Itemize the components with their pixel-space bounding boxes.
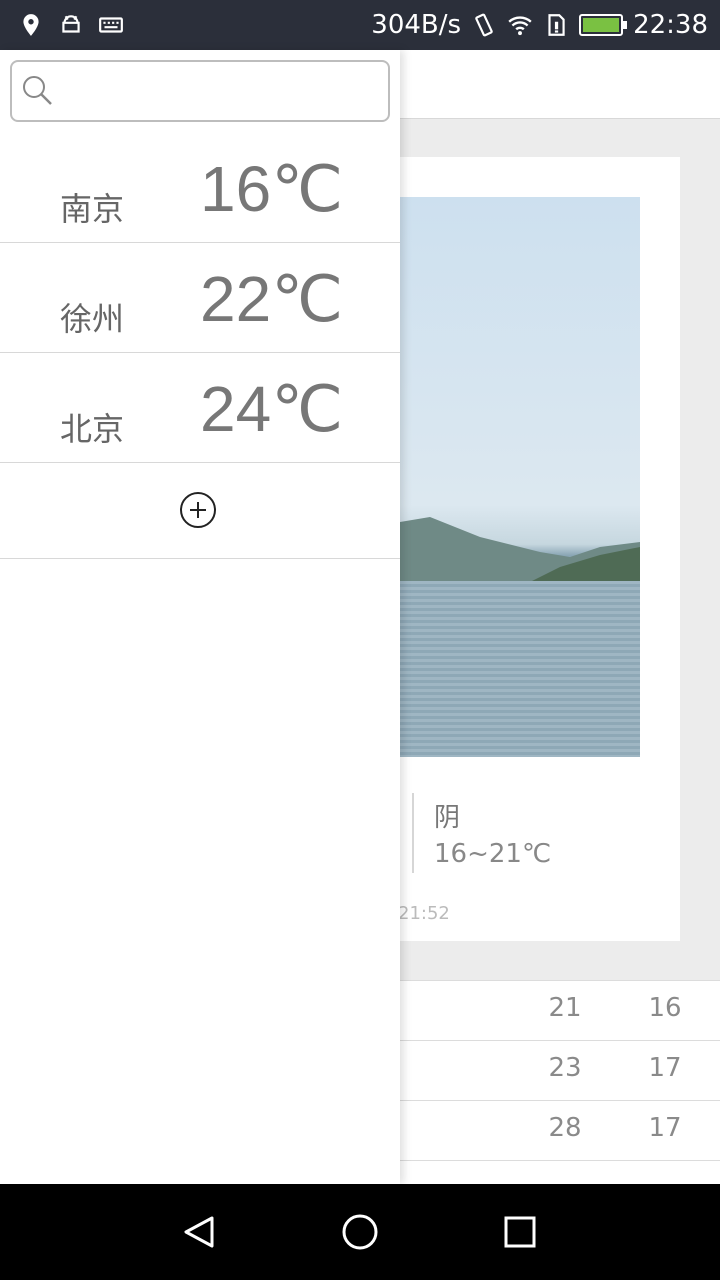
card-divider xyxy=(412,793,414,873)
city-name: 北京 xyxy=(60,410,125,448)
update-time: 21:52 xyxy=(398,903,450,924)
forecast-low: 16 xyxy=(648,993,682,1023)
status-bar: 304B/s 22:38 xyxy=(0,0,720,50)
add-city-row xyxy=(0,462,400,559)
wifi-icon xyxy=(508,16,532,36)
plus-circle-icon[interactable] xyxy=(180,492,216,528)
system-navbar xyxy=(0,1184,720,1280)
network-speed: 304B/s xyxy=(371,10,462,40)
keyboard-icon xyxy=(99,17,123,33)
vibrate-icon xyxy=(475,13,493,37)
weather-condition: 阴 xyxy=(434,803,461,833)
city-item-xuzhou[interactable]: 徐州 22℃ xyxy=(0,242,400,353)
weather-card[interactable]: 阴 16~21℃ 21:52 xyxy=(360,157,680,941)
city-name: 徐州 xyxy=(60,300,125,338)
city-temperature: 16℃ xyxy=(200,153,344,225)
home-icon[interactable] xyxy=(340,1212,380,1252)
sim-icon xyxy=(548,14,565,36)
hill-shape xyxy=(400,517,640,587)
android-icon xyxy=(62,15,80,33)
forecast-low: 17 xyxy=(648,1053,682,1083)
city-name: 南京 xyxy=(60,190,125,228)
search-box[interactable] xyxy=(10,60,390,122)
recents-icon[interactable] xyxy=(500,1212,540,1252)
forecast-row[interactable]: 23 17 xyxy=(400,1040,720,1100)
forecast-row[interactable]: 28 17 xyxy=(400,1100,720,1160)
search-icon xyxy=(23,76,52,105)
back-icon[interactable] xyxy=(180,1212,220,1252)
location-icon xyxy=(23,14,39,36)
city-temperature: 22℃ xyxy=(200,263,344,335)
city-temperature: 24℃ xyxy=(200,373,344,445)
city-drawer: 南京 16℃ 徐州 22℃ 北京 24℃ xyxy=(0,50,400,1184)
lake-water xyxy=(400,581,640,757)
forecast-high: 21 xyxy=(548,993,582,1023)
clock: 22:38 xyxy=(633,10,708,40)
forecast-low: 17 xyxy=(648,1113,682,1143)
forecast-row[interactable]: 21 16 xyxy=(400,980,720,1040)
battery-icon xyxy=(579,14,628,36)
city-item-nanjing[interactable]: 南京 16℃ xyxy=(0,132,400,243)
temperature-range: 16~21℃ xyxy=(434,839,552,869)
scenery-photo xyxy=(400,197,640,757)
forecast-high: 28 xyxy=(548,1113,582,1143)
search-input[interactable] xyxy=(60,70,384,114)
forecast-high: 23 xyxy=(548,1053,582,1083)
city-item-beijing[interactable]: 北京 24℃ xyxy=(0,352,400,463)
